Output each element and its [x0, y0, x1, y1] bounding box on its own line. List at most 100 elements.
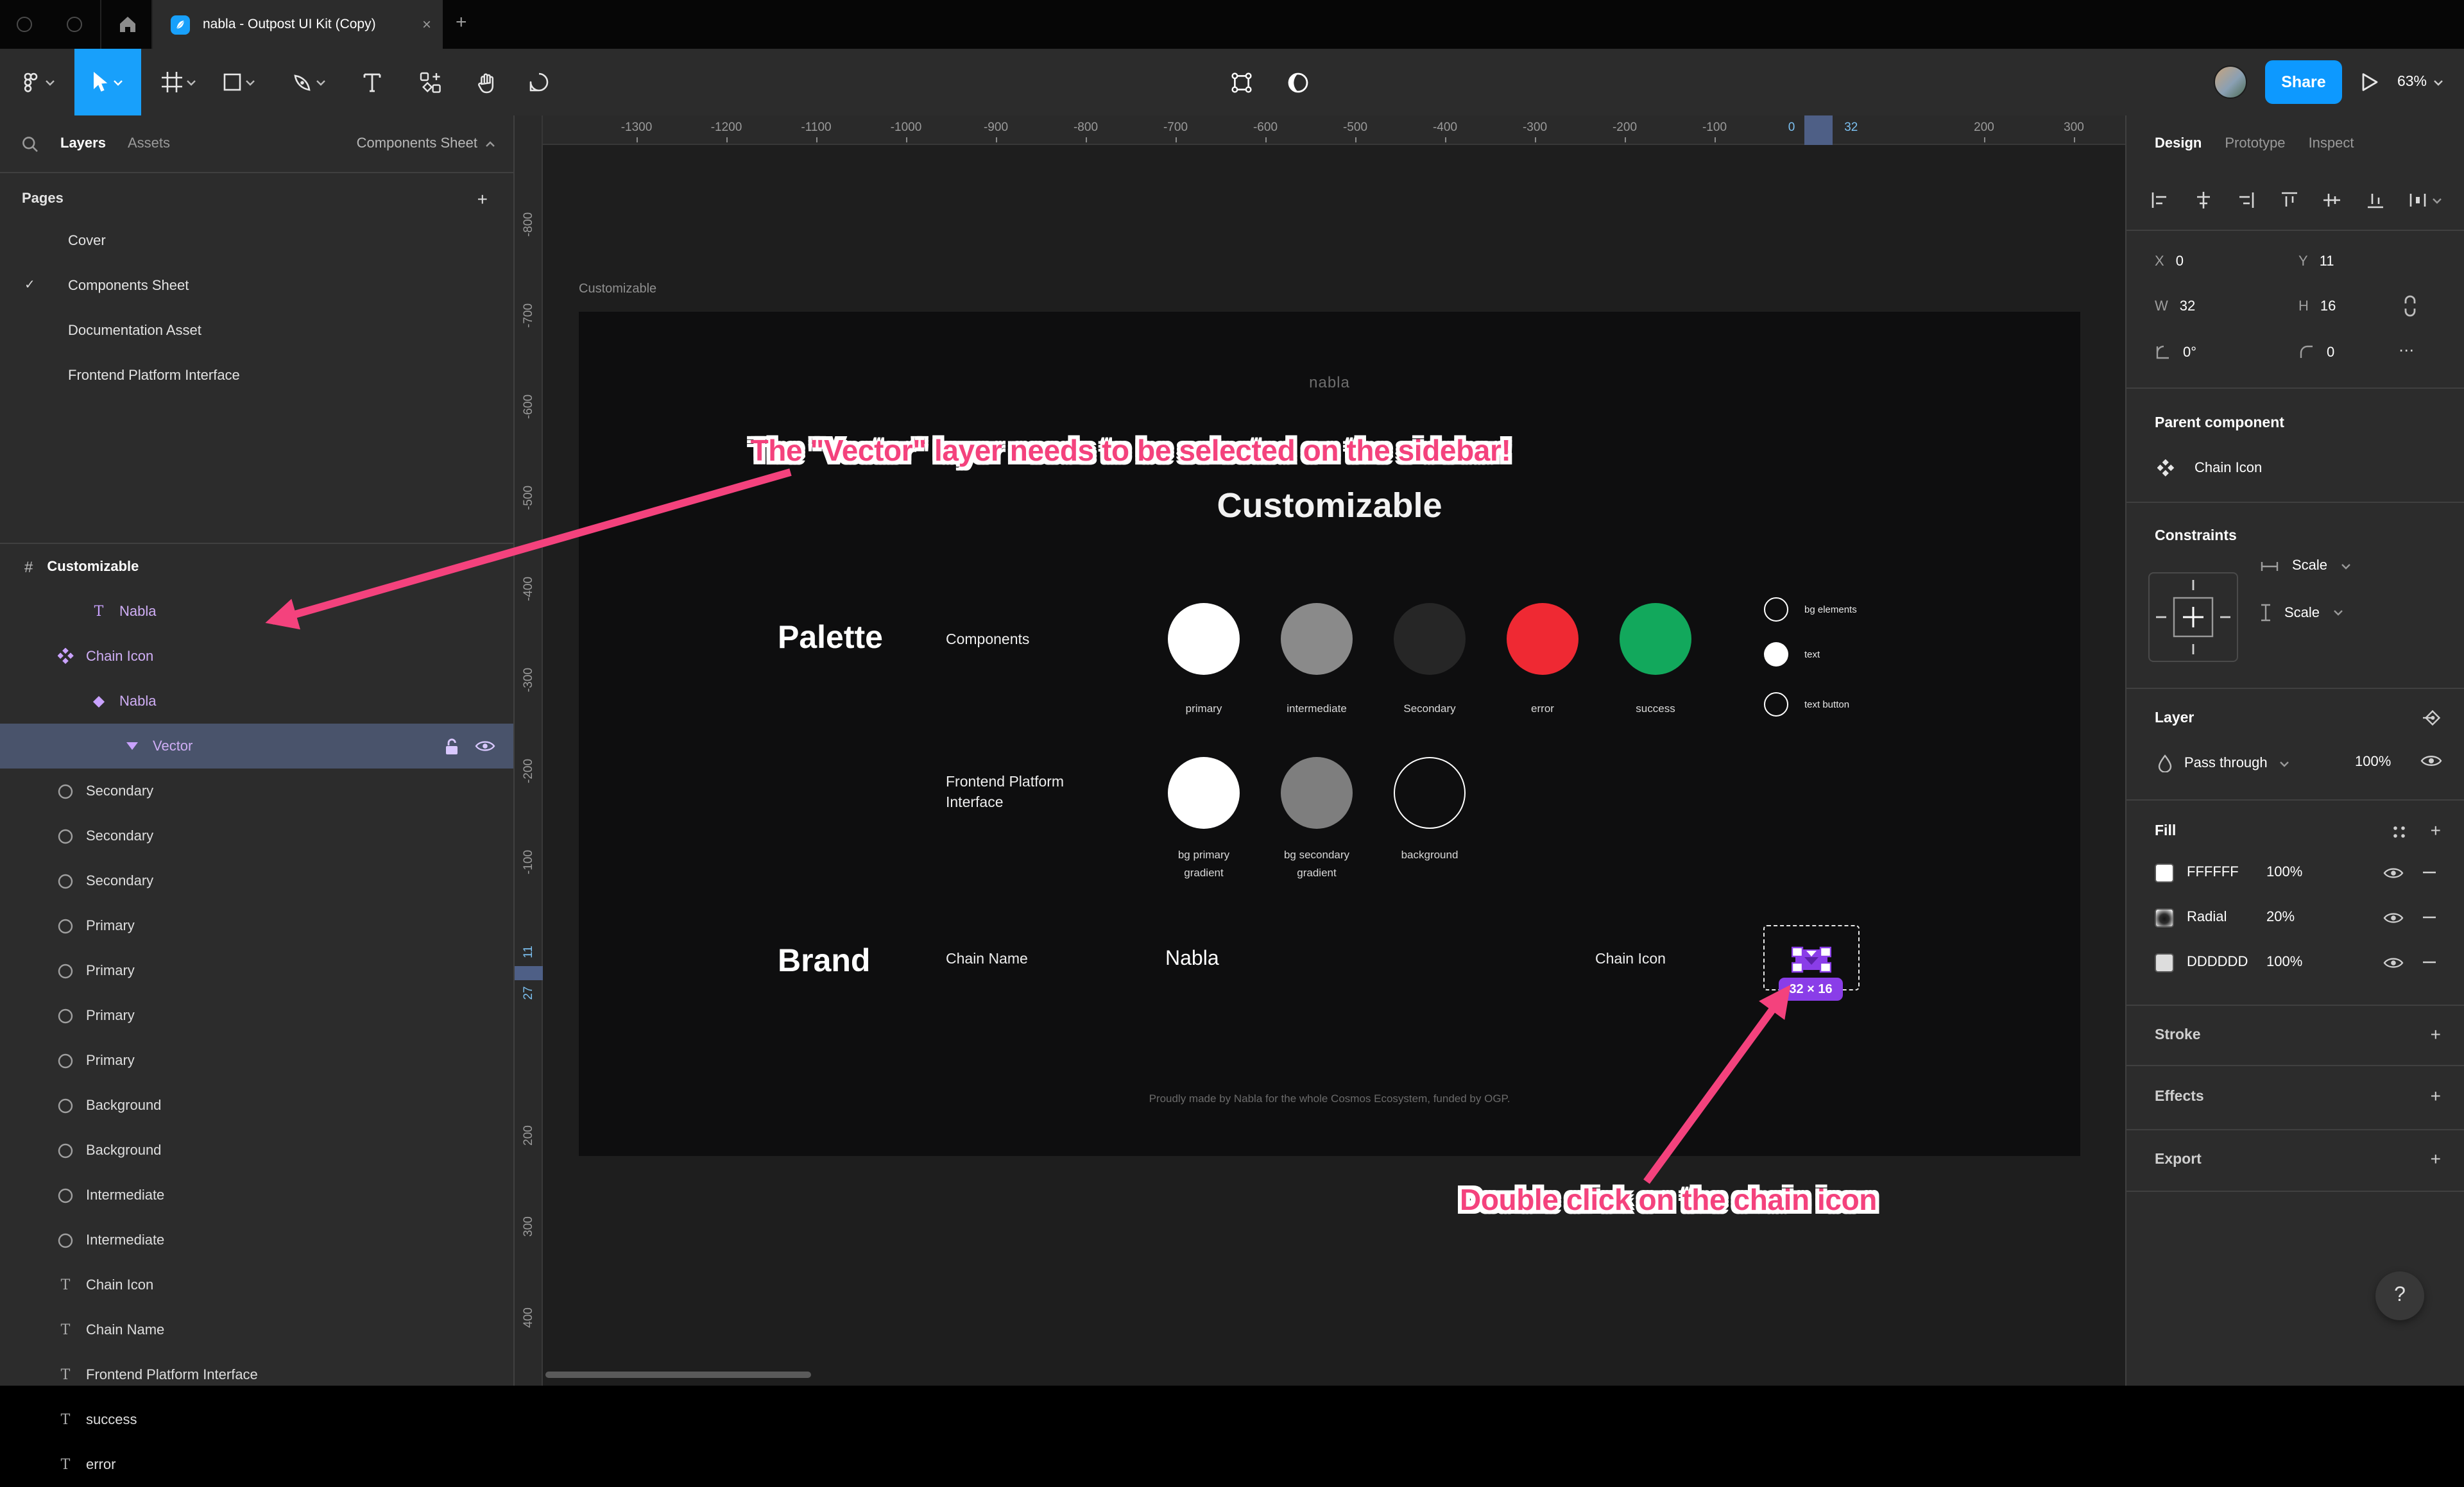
- layer-row-primary[interactable]: Primary: [0, 1038, 513, 1083]
- tab-design[interactable]: Design: [2155, 136, 2202, 151]
- rotation-field[interactable]: 0°: [2155, 344, 2196, 361]
- help-button[interactable]: ?: [2375, 1271, 2424, 1320]
- layer-row-intermediate[interactable]: Intermediate: [0, 1173, 513, 1218]
- layer-row-primary[interactable]: Primary: [0, 948, 513, 993]
- layer-row-chain-name[interactable]: T Chain Name: [0, 1307, 513, 1352]
- remove-fill-icon[interactable]: [2422, 955, 2437, 970]
- vertical-constraint-select[interactable]: Scale: [2260, 603, 2343, 622]
- avatar[interactable]: [2213, 65, 2247, 99]
- layer-row-intermediate[interactable]: Intermediate: [0, 1218, 513, 1262]
- more-options-icon[interactable]: ⋯: [2399, 341, 2415, 359]
- fill-swatch[interactable]: [2155, 863, 2174, 882]
- layer-row-chain-icon[interactable]: T Chain Icon: [0, 1262, 513, 1307]
- align-left-icon[interactable]: [2150, 190, 2170, 210]
- horizontal-constraint-select[interactable]: Scale: [2260, 558, 2350, 574]
- add-fill-button[interactable]: +: [2431, 820, 2441, 840]
- window-control-icon[interactable]: [67, 17, 82, 32]
- add-effect-button[interactable]: +: [2431, 1085, 2441, 1106]
- layer-row-error[interactable]: Terror: [0, 1442, 513, 1487]
- fill-name[interactable]: FFFFFF: [2187, 865, 2266, 880]
- page-row-components-sheet[interactable]: ✓ Components Sheet: [0, 263, 513, 308]
- pen-tool-button[interactable]: [282, 49, 336, 115]
- comment-tool-button[interactable]: [516, 49, 562, 115]
- home-button[interactable]: [110, 10, 144, 38]
- remove-fill-icon[interactable]: [2422, 865, 2437, 880]
- mini-swatch-text[interactable]: [1764, 642, 1788, 667]
- fill-row-ffffff[interactable]: FFFFFF 100%: [2155, 854, 2437, 890]
- page-row-documentation-asset[interactable]: Documentation Asset: [0, 308, 513, 353]
- hand-tool-button[interactable]: [463, 49, 509, 115]
- layer-row-success[interactable]: Tsuccess: [0, 1397, 513, 1442]
- mini-swatch-text-button[interactable]: [1764, 692, 1788, 717]
- align-bottom-icon[interactable]: [2365, 190, 2385, 210]
- layer-row-secondary[interactable]: Secondary: [0, 858, 513, 903]
- blend-mode-select[interactable]: Pass through: [2157, 754, 2289, 772]
- layer-row-secondary[interactable]: Secondary: [0, 769, 513, 813]
- x-position-field[interactable]: X 0: [2155, 254, 2184, 269]
- page-row-frontend-platform-interface[interactable]: Frontend Platform Interface: [0, 353, 513, 398]
- eye-icon[interactable]: [475, 739, 495, 753]
- frame-title[interactable]: Customizable: [579, 282, 656, 296]
- corner-radius-field[interactable]: 0: [2298, 344, 2334, 361]
- constraints-widget[interactable]: [2148, 572, 2238, 662]
- fill-styles-icon[interactable]: [2391, 824, 2408, 840]
- text-tool-button[interactable]: [349, 49, 395, 115]
- fill-swatch[interactable]: [2155, 908, 2174, 927]
- present-play-icon[interactable]: [2360, 72, 2379, 92]
- align-vertical-center-icon[interactable]: [2322, 190, 2342, 210]
- layer-row-frontend-platform-interface[interactable]: T Frontend Platform Interface: [0, 1352, 513, 1397]
- add-export-button[interactable]: +: [2431, 1148, 2441, 1169]
- swatch-secondary[interactable]: [1394, 603, 1466, 675]
- add-page-button[interactable]: +: [477, 189, 488, 209]
- y-position-field[interactable]: Y 11: [2298, 254, 2334, 269]
- layer-row-nabla[interactable]: T Nabla: [0, 589, 513, 634]
- fill-row-dddddd[interactable]: DDDDDD 100%: [2155, 944, 2437, 980]
- section-customizable[interactable]: # Customizable: [0, 544, 513, 590]
- width-field[interactable]: W 32: [2155, 299, 2195, 314]
- main-menu-button[interactable]: [10, 49, 64, 115]
- page-selector[interactable]: Components Sheet: [357, 136, 495, 151]
- window-control-icon[interactable]: [17, 17, 32, 32]
- layer-row-background[interactable]: Background: [0, 1128, 513, 1173]
- tab-layers[interactable]: Layers: [60, 136, 106, 151]
- fill-name[interactable]: DDDDDD: [2187, 955, 2266, 970]
- add-stroke-button[interactable]: +: [2431, 1024, 2441, 1044]
- move-tool-button[interactable]: [74, 49, 141, 115]
- tab-inspect[interactable]: Inspect: [2309, 136, 2354, 151]
- chain-icon-vector[interactable]: [1792, 946, 1831, 974]
- layer-row-secondary[interactable]: Secondary: [0, 813, 513, 858]
- new-tab-button[interactable]: +: [456, 12, 467, 33]
- swatch-background[interactable]: [1394, 757, 1466, 829]
- eye-icon[interactable]: [2383, 910, 2404, 924]
- constrain-proportions-icon[interactable]: [2402, 295, 2418, 317]
- layer-opacity[interactable]: 100%: [2355, 754, 2391, 770]
- fill-name[interactable]: Radial: [2187, 910, 2266, 925]
- swatch-bg-primary-gradient[interactable]: [1168, 757, 1240, 829]
- mask-button[interactable]: [1273, 49, 1322, 115]
- fill-opacity[interactable]: 100%: [2266, 865, 2302, 880]
- height-field[interactable]: H 16: [2298, 299, 2336, 314]
- mini-swatch-bg-elements[interactable]: [1764, 597, 1788, 622]
- swatch-success[interactable]: [1620, 603, 1691, 675]
- tab-prototype[interactable]: Prototype: [2225, 136, 2285, 151]
- swatch-primary[interactable]: [1168, 603, 1240, 675]
- align-right-icon[interactable]: [2236, 190, 2256, 210]
- layer-row-background[interactable]: Background: [0, 1083, 513, 1128]
- swatch-error[interactable]: [1507, 603, 1579, 675]
- page-row-cover[interactable]: Cover: [0, 218, 513, 263]
- zoom-menu[interactable]: 63%: [2397, 74, 2443, 90]
- resources-tool-button[interactable]: [407, 49, 453, 115]
- fill-opacity[interactable]: 100%: [2266, 955, 2302, 970]
- layer-row-chain-icon[interactable]: Chain Icon: [0, 634, 513, 679]
- distribute-menu[interactable]: [2408, 190, 2442, 210]
- search-icon[interactable]: [22, 135, 38, 152]
- align-top-icon[interactable]: [2279, 190, 2299, 210]
- layer-row-primary[interactable]: Primary: [0, 903, 513, 948]
- horizontal-scrollbar[interactable]: [545, 1372, 811, 1378]
- frame-tool-button[interactable]: [151, 49, 205, 115]
- eye-icon[interactable]: [2420, 753, 2442, 769]
- customizable-frame[interactable]: nabla Customizable Palette Components pr…: [579, 312, 2080, 1156]
- layer-row-primary[interactable]: Primary: [0, 993, 513, 1038]
- eye-icon[interactable]: [2383, 865, 2404, 879]
- shape-tool-button[interactable]: [212, 49, 266, 115]
